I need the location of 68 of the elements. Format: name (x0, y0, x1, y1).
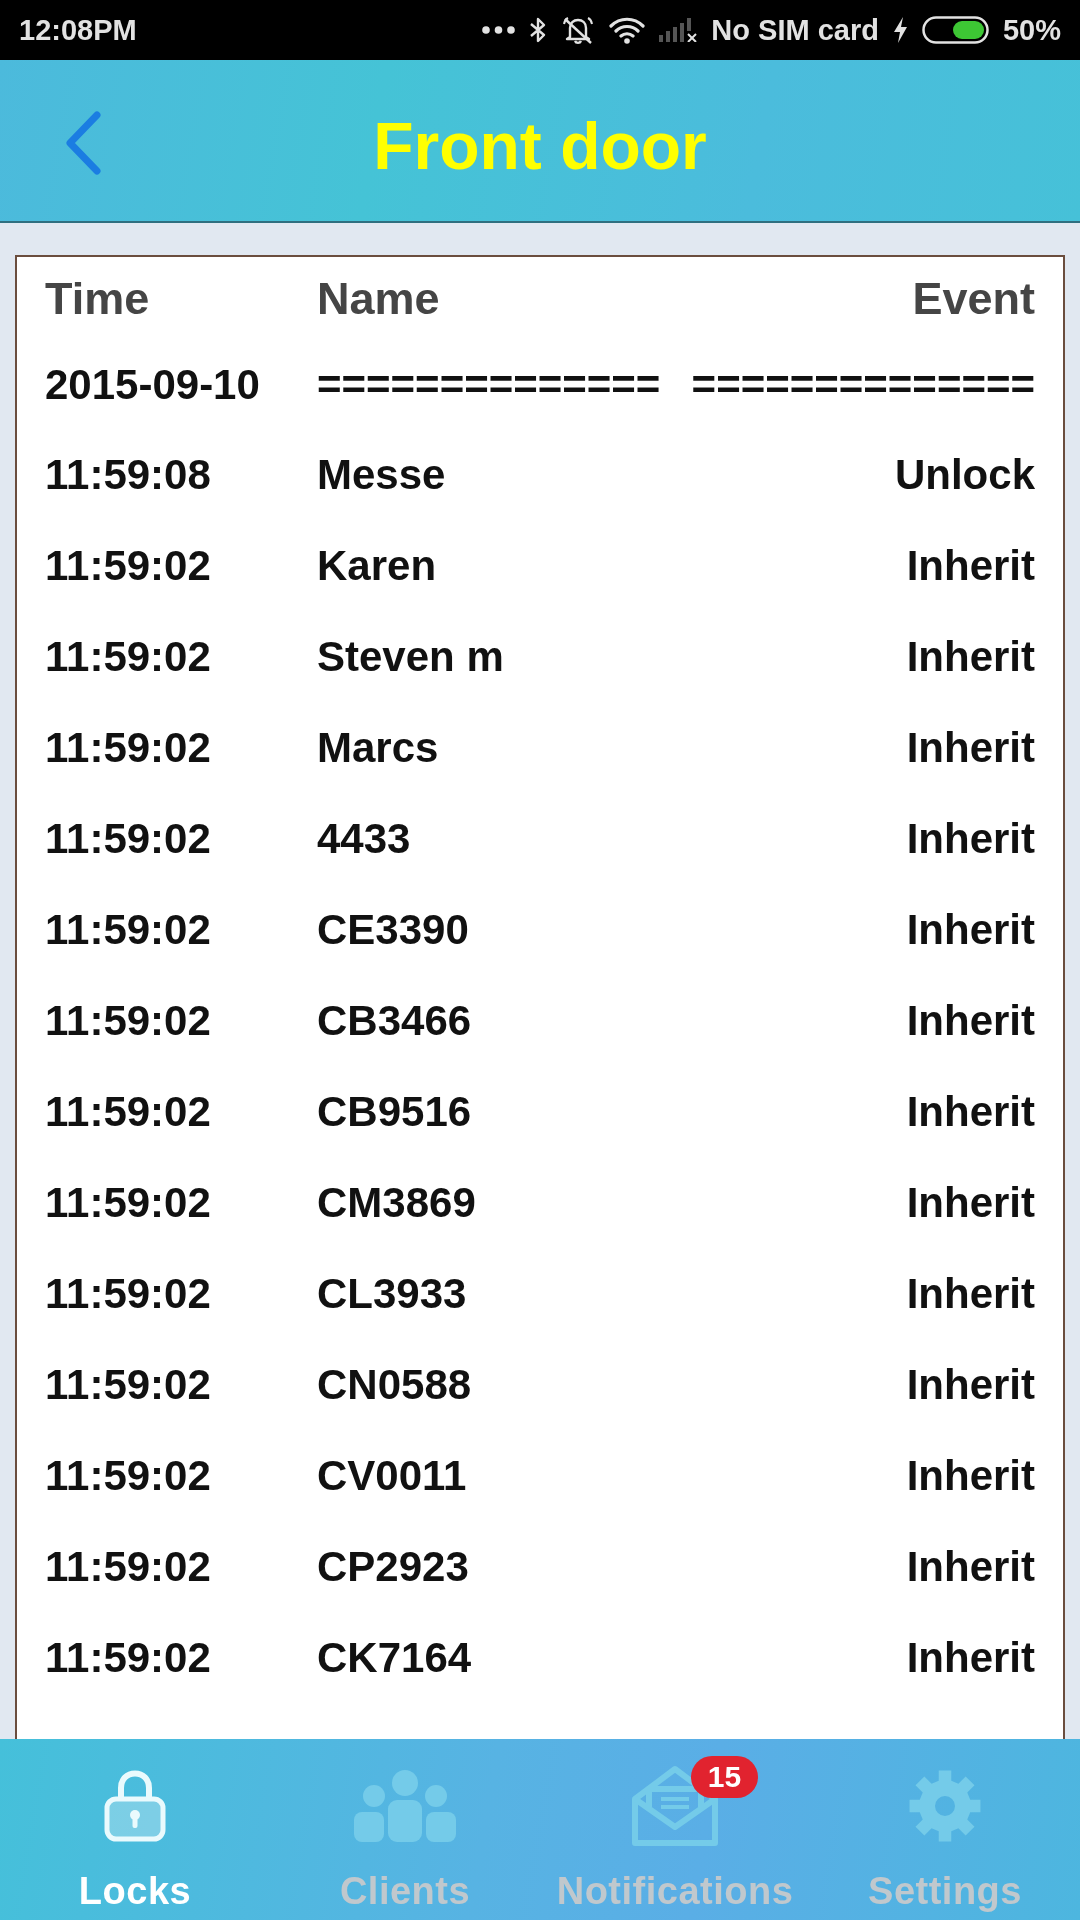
settings-gear-icon (908, 1769, 982, 1843)
nav-tab[interactable]: Clients (339, 1739, 471, 1920)
event-cell: Unlock (894, 450, 1035, 499)
status-time: 12:08PM (19, 13, 137, 47)
time-cell-text: 11:59:08 (45, 450, 212, 499)
battery-percentage: 50% (1002, 13, 1061, 47)
column-header: Event (912, 273, 1035, 325)
name-cell-text: CP2923 (317, 1542, 470, 1591)
name-cell-text: CV0011 (317, 1451, 468, 1500)
time-cell-text: 11:59:02 (45, 996, 212, 1045)
chevron-left-icon (64, 110, 102, 175)
time-cell-text: 11:59:02 (45, 1360, 212, 1409)
people-group-icon (354, 1770, 456, 1842)
signal-icon (659, 18, 698, 42)
separator-text: ============== (317, 361, 662, 409)
name-cell-text: Messe (317, 450, 447, 499)
event-cell: Inherit (906, 541, 1035, 590)
bell-off-icon (561, 15, 596, 45)
bluetooth-icon (529, 16, 548, 44)
time-cell-text: 11:59:02 (45, 1542, 212, 1591)
event-cell: Inherit (906, 1178, 1035, 1227)
name-cell-text: 4433 (317, 814, 412, 863)
wifi-icon (609, 16, 646, 44)
time-cell-text: 11:59:02 (45, 1451, 212, 1500)
time-cell-text: 11:59:02 (45, 1633, 212, 1682)
event-cell: Inherit (906, 1542, 1035, 1591)
time-cell-text: 11:59:02 (45, 814, 212, 863)
charging-bolt-icon (892, 17, 908, 43)
name-cell-text: CM3869 (317, 1178, 477, 1227)
time-cell-text: 11:59:02 (45, 632, 212, 681)
event-cell: Inherit (906, 1087, 1035, 1136)
name-cell-text: Marcs (317, 723, 440, 772)
name-cell-text: Steven m (317, 632, 505, 681)
event-cell: Inherit (906, 905, 1035, 954)
separator-text: ============== (691, 361, 1035, 409)
notification-count-badge: 15 (691, 1756, 758, 1798)
name-cell-text: Karen (317, 541, 438, 590)
event-cell: Inherit (906, 1633, 1035, 1682)
nav-tab[interactable]: Notifications 15 (556, 1739, 794, 1920)
name-cell-text: CN0588 (317, 1360, 473, 1409)
time-cell-text: 11:59:02 (45, 1087, 212, 1136)
time-cell-text: 11:59:02 (45, 1269, 212, 1318)
name-cell-text: CL3933 (317, 1269, 468, 1318)
name-cell-text: CK7164 (317, 1633, 473, 1682)
battery-icon (921, 16, 989, 44)
screen-title: Front door (373, 107, 707, 184)
event-cell: Inherit (906, 1451, 1035, 1500)
name-cell-text: CB3466 (317, 996, 473, 1045)
padlock-icon (104, 1770, 166, 1842)
name-cell-text: CB9516 (317, 1087, 473, 1136)
carrier-status: No SIM card (711, 13, 879, 47)
event-cell: Inherit (906, 996, 1035, 1045)
nav-tab[interactable]: Settings (868, 1739, 1022, 1920)
time-cell-text: 11:59:02 (45, 541, 212, 590)
event-cell: Inherit (906, 1360, 1035, 1409)
time-cell-text: 11:59:02 (45, 905, 212, 954)
time-cell-text: 11:59:02 (45, 723, 212, 772)
event-cell: Inherit (906, 632, 1035, 681)
name-cell-text: CE3390 (317, 905, 470, 954)
time-cell-text: 11:59:02 (45, 1178, 212, 1227)
event-cell: Inherit (906, 814, 1035, 863)
date-cell-text: 2015-09-10 (45, 361, 261, 409)
event-cell: Inherit (906, 723, 1035, 772)
column-header: Time (45, 273, 151, 325)
nav-tab[interactable]: Locks (78, 1739, 192, 1920)
event-cell: Inherit (906, 1269, 1035, 1318)
more-dots-icon (482, 26, 516, 34)
column-header: Name (317, 273, 441, 325)
